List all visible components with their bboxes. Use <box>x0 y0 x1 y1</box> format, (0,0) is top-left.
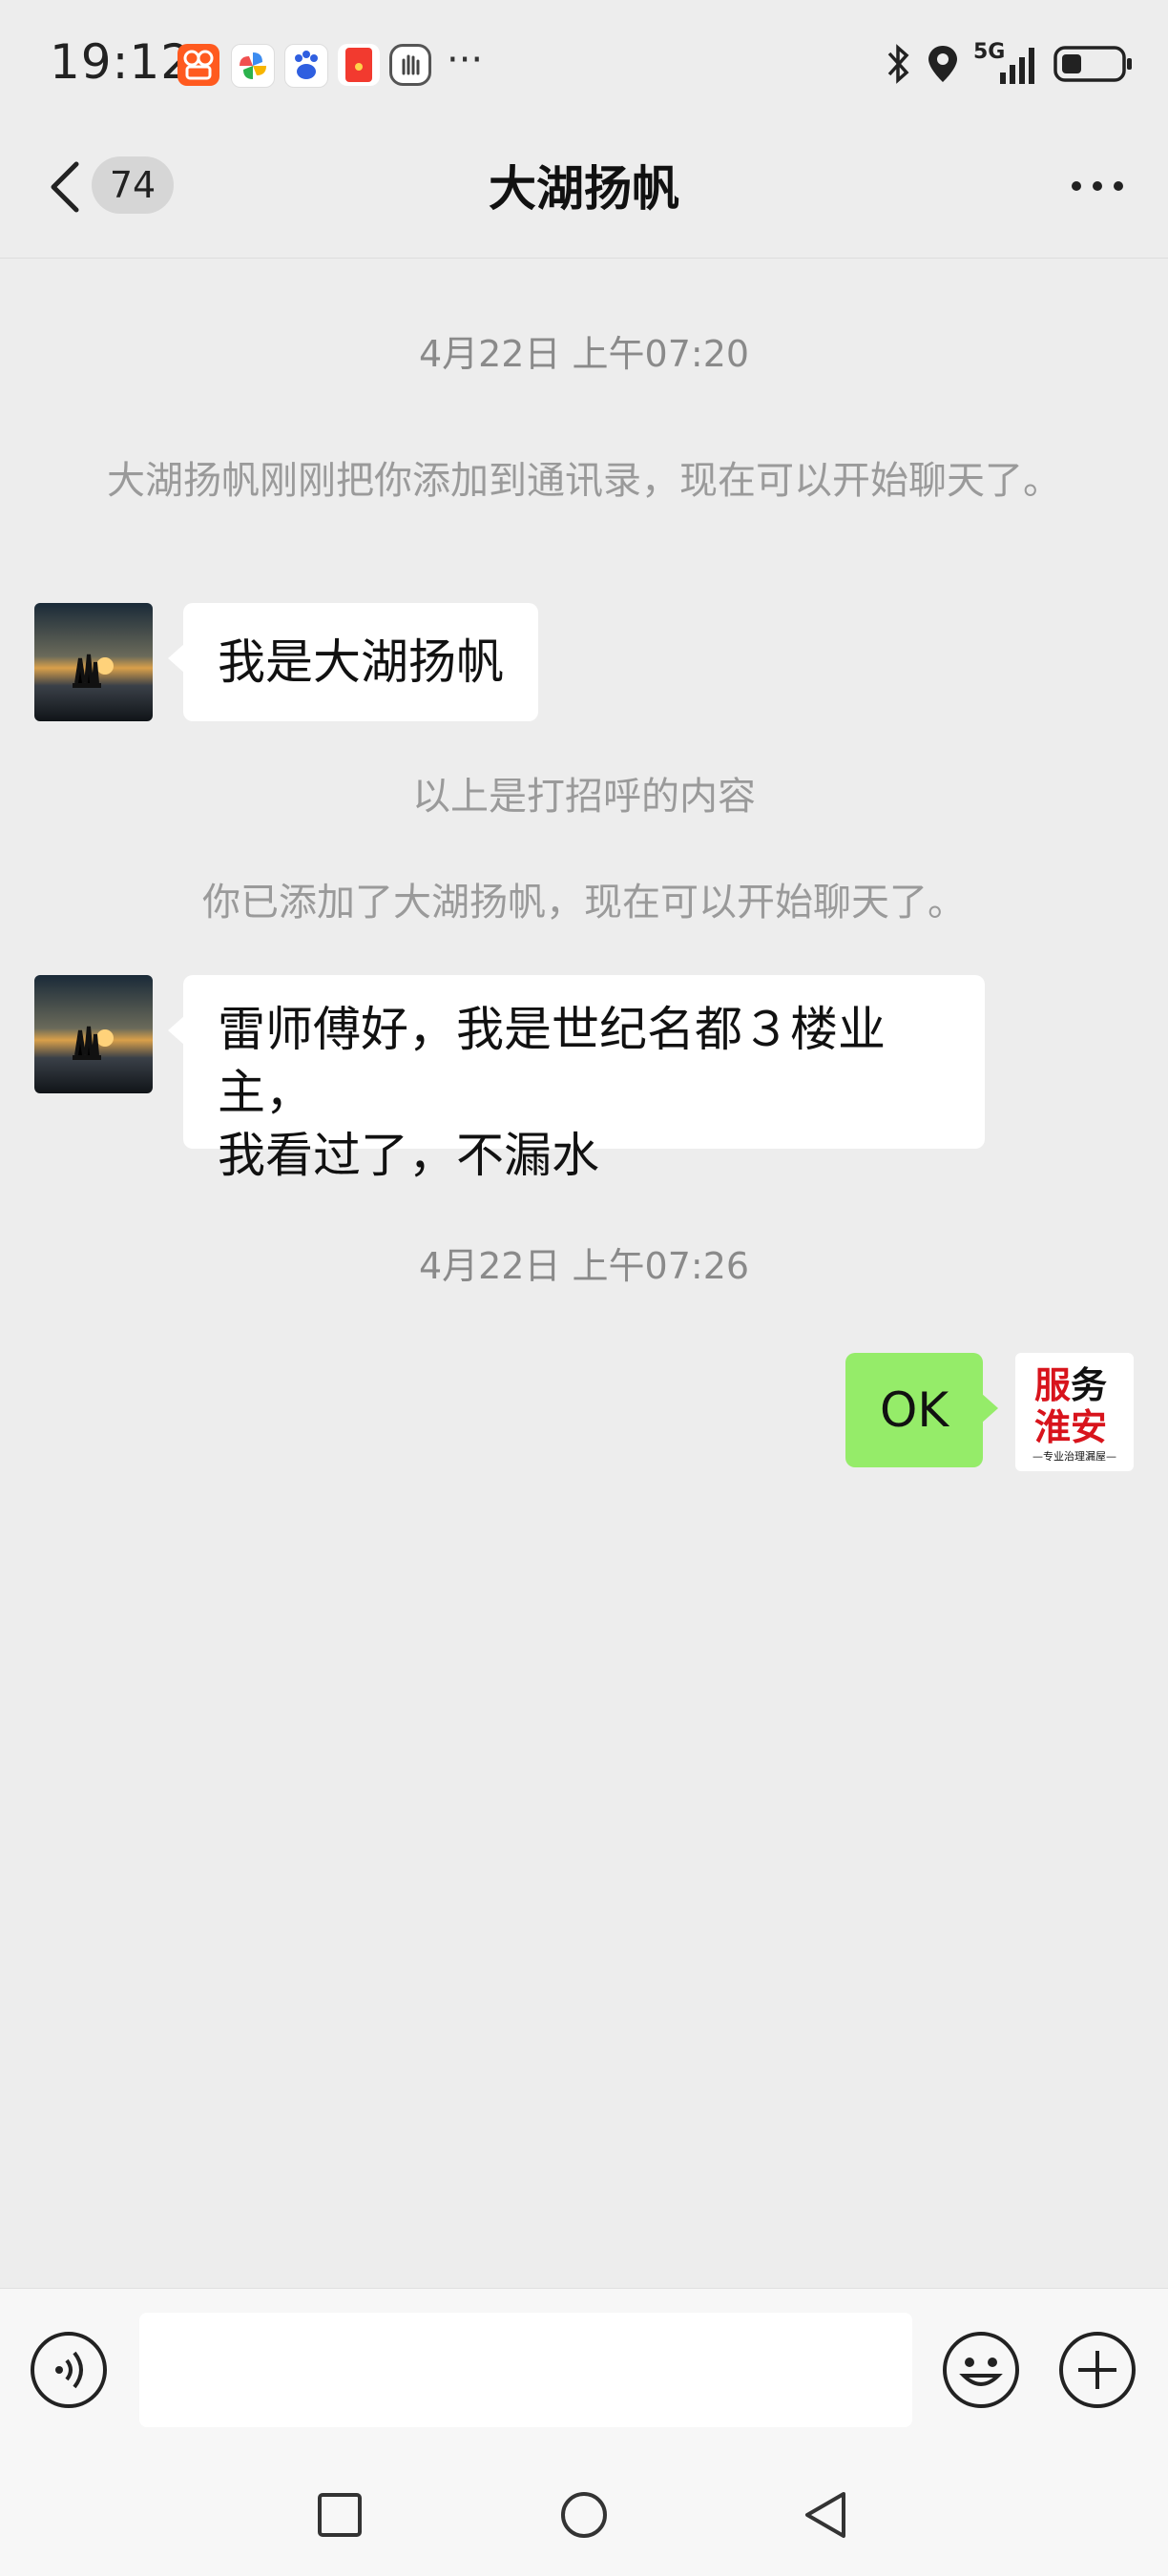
location-icon <box>926 42 960 90</box>
avatar-char: 安 <box>1071 1406 1108 1448</box>
home-button[interactable] <box>559 2490 609 2544</box>
pinwheel-app-icon <box>231 44 275 88</box>
square-icon <box>318 2493 362 2537</box>
message-timestamp: 4月22日 上午07:26 <box>418 1245 750 1287</box>
my-avatar[interactable]: 服务 淮安 —专业治理漏屋— <box>1015 1353 1134 1471</box>
greeting-note: 以上是打招呼的内容 <box>412 775 756 819</box>
red-envelope-icon <box>338 44 380 86</box>
avatar-char: 淮 <box>1034 1406 1072 1448</box>
emoji-icon <box>943 2332 1019 2408</box>
plus-icon <box>1059 2332 1136 2408</box>
message-text-line: 我看过了，不漏水 <box>218 1128 599 1183</box>
message-bubble-received[interactable]: 雷师傅好，我是世纪名都３楼业主， 我看过了，不漏水 <box>168 975 985 1183</box>
hand-app-icon <box>389 44 431 86</box>
bluetooth-icon <box>884 42 912 90</box>
signal-5g-icon: 5G <box>973 40 1040 88</box>
avatar-char: 务 <box>1071 1364 1108 1406</box>
contact-avatar[interactable] <box>34 603 153 721</box>
status-time: 19:12 <box>50 34 193 90</box>
sunset-sail-avatar-image <box>34 603 153 721</box>
status-more-indicator: ··· <box>447 38 484 82</box>
contact-avatar[interactable] <box>34 975 153 1093</box>
more-functions-button[interactable] <box>1057 2330 1137 2414</box>
message-text-line: 雷师傅好，我是世纪名都３楼业主， <box>218 1002 886 1120</box>
more-options-button[interactable] <box>1069 172 1126 204</box>
avatar-tagline: —专业治理漏屋— <box>1032 1450 1116 1463</box>
system-message: 你已添加了大湖扬帆，现在可以开始聊天了。 <box>202 881 966 924</box>
status-bar: 19:12 ··· 5G <box>0 0 1168 134</box>
more-horizontal-icon <box>1072 181 1123 191</box>
message-timestamp: 4月22日 上午07:20 <box>418 333 750 375</box>
circle-icon <box>561 2492 607 2538</box>
chat-title: 大湖扬帆 <box>489 161 679 217</box>
emoji-button[interactable] <box>941 2330 1021 2414</box>
baidu-icon <box>284 44 328 88</box>
message-bubble-sent[interactable]: OK <box>845 1353 999 1467</box>
voice-input-button[interactable] <box>29 2330 109 2414</box>
back-nav-button[interactable] <box>802 2490 849 2544</box>
kuaishou-icon <box>177 44 219 86</box>
status-right-icons: 5G <box>884 40 1134 90</box>
sunset-sail-avatar-image <box>34 975 153 1093</box>
avatar-char: 服 <box>1034 1364 1072 1406</box>
message-bubble-received[interactable]: 我是大湖扬帆 <box>168 603 538 721</box>
avatar-logo-text: 服务 淮安 <box>1034 1364 1107 1448</box>
message-input[interactable] <box>139 2313 912 2427</box>
battery-icon <box>1053 45 1134 87</box>
voice-icon <box>31 2332 107 2408</box>
system-message: 大湖扬帆刚刚把你添加到通讯录，现在可以开始聊天了。 <box>107 459 1061 503</box>
recent-apps-button[interactable] <box>317 2492 363 2542</box>
triangle-back-icon <box>805 2492 845 2538</box>
